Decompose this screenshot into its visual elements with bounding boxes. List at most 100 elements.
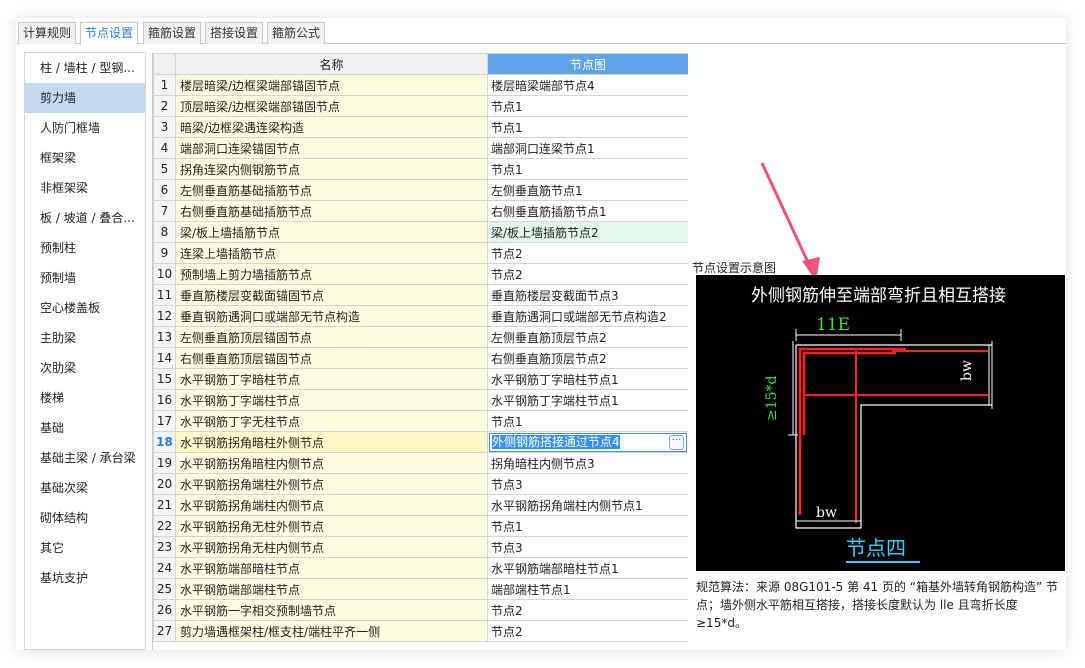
- more-options-button[interactable]: ···: [669, 434, 684, 450]
- tab-node-settings[interactable]: 节点设置: [80, 22, 139, 45]
- node-value-cell[interactable]: 水平钢筋丁字端柱节点1: [487, 389, 688, 411]
- node-name-cell[interactable]: 水平钢筋拐角端柱内侧节点: [175, 494, 488, 516]
- table-row[interactable]: 5 拐角连梁内侧钢筋节点 节点1: [153, 158, 688, 180]
- table-row[interactable]: 26 水平钢筋一字相交预制墙节点 节点2: [153, 599, 688, 621]
- name-column-header[interactable]: 名称: [175, 53, 488, 75]
- node-column-header[interactable]: 节点图: [487, 53, 688, 75]
- sidebar-item[interactable]: 基础次梁: [25, 473, 145, 503]
- table-row[interactable]: 20 水平钢筋拐角端柱外侧节点 节点3: [153, 473, 688, 495]
- table-row[interactable]: 4 端部洞口连梁锚固节点 端部洞口连梁节点1: [153, 137, 688, 159]
- node-name-cell[interactable]: 水平钢筋端部端柱节点: [175, 578, 488, 600]
- table-row[interactable]: 25 水平钢筋端部端柱节点 端部端柱节点1: [153, 578, 688, 600]
- node-name-cell[interactable]: 左侧垂直筋基础插筋节点: [175, 179, 488, 201]
- table-row[interactable]: 21 水平钢筋拐角端柱内侧节点 水平钢筋拐角端柱内侧节点1: [153, 494, 688, 516]
- node-name-cell[interactable]: 水平钢筋丁字暗柱节点: [175, 368, 488, 390]
- node-value-cell[interactable]: 节点3: [487, 473, 688, 495]
- sidebar-item[interactable]: 楼梯: [25, 383, 145, 413]
- node-name-cell[interactable]: 剪力墙遇框架柱/框支柱/端柱平齐一侧: [175, 620, 488, 642]
- table-row[interactable]: 17 水平钢筋丁字无柱节点 节点1: [153, 410, 688, 432]
- node-value-cell[interactable]: 节点1: [487, 116, 688, 138]
- sidebar-item[interactable]: 基础主梁 / 承台梁: [25, 443, 145, 473]
- table-row[interactable]: 7 右侧垂直筋基础插筋节点 右侧垂直筋插筋节点1: [153, 200, 688, 222]
- node-value-cell[interactable]: 外侧钢筋搭接通过节点4 ···: [487, 431, 688, 453]
- table-row[interactable]: 2 顶层暗梁/边框梁端部锚固节点 节点1: [153, 95, 688, 117]
- sidebar-item[interactable]: 剪力墙: [25, 83, 145, 113]
- table-row[interactable]: 1 楼层暗梁/边框梁端部锚固节点 楼层暗梁端部节点4: [153, 74, 688, 96]
- node-name-cell[interactable]: 梁/板上墙插筋节点: [175, 221, 488, 243]
- node-name-cell[interactable]: 水平钢筋拐角端柱外侧节点: [175, 473, 488, 495]
- node-value-cell[interactable]: 端部洞口连梁节点1: [487, 137, 688, 159]
- tab-calc-rules[interactable]: 计算规则: [18, 22, 77, 44]
- sidebar-item[interactable]: 预制墙: [25, 263, 145, 293]
- table-row[interactable]: 12 垂直钢筋遇洞口或端部无节点构造 垂直筋遇洞口或端部无节点构造2: [153, 305, 688, 327]
- tab-stirrup-settings[interactable]: 箍筋设置: [143, 22, 202, 44]
- node-name-cell[interactable]: 端部洞口连梁锚固节点: [175, 137, 488, 159]
- sidebar-item[interactable]: 预制柱: [25, 233, 145, 263]
- node-name-cell[interactable]: 拐角连梁内侧钢筋节点: [175, 158, 488, 180]
- table-row[interactable]: 11 垂直筋楼层变截面锚固节点 垂直筋楼层变截面节点3: [153, 284, 688, 306]
- node-name-cell[interactable]: 右侧垂直筋顶层锚固节点: [175, 347, 488, 369]
- node-value-cell[interactable]: 节点1: [487, 158, 688, 180]
- sidebar-item[interactable]: 其它: [25, 533, 145, 563]
- node-name-cell[interactable]: 水平钢筋一字相交预制墙节点: [175, 599, 488, 621]
- table-row[interactable]: 19 水平钢筋拐角暗柱内侧节点 拐角暗柱内侧节点3: [153, 452, 688, 474]
- node-name-cell[interactable]: 水平钢筋拐角无柱外侧节点: [175, 515, 488, 537]
- table-row[interactable]: 16 水平钢筋丁字端柱节点 水平钢筋丁字端柱节点1: [153, 389, 688, 411]
- node-value-cell[interactable]: 楼层暗梁端部节点4: [487, 74, 688, 96]
- node-value-cell[interactable]: 垂直筋遇洞口或端部无节点构造2: [487, 305, 688, 327]
- node-value-cell[interactable]: 节点2: [487, 599, 688, 621]
- node-value-cell[interactable]: 节点2: [487, 620, 688, 642]
- node-value-cell[interactable]: 节点3: [487, 536, 688, 558]
- node-name-cell[interactable]: 垂直钢筋遇洞口或端部无节点构造: [175, 305, 488, 327]
- sidebar-item[interactable]: 柱 / 墙柱 / 型钢...: [25, 53, 145, 83]
- table-row[interactable]: 23 水平钢筋拐角无柱内侧节点 节点3: [153, 536, 688, 558]
- sidebar-item[interactable]: 空心楼盖板: [25, 293, 145, 323]
- node-name-cell[interactable]: 右侧垂直筋基础插筋节点: [175, 200, 488, 222]
- node-value-cell[interactable]: 梁/板上墙插筋节点2: [487, 221, 688, 243]
- node-value-cell[interactable]: 右侧垂直筋插筋节点1: [487, 200, 688, 222]
- node-name-cell[interactable]: 水平钢筋拐角暗柱内侧节点: [175, 452, 488, 474]
- tab-stirrup-formula[interactable]: 箍筋公式: [267, 22, 326, 44]
- node-value-cell[interactable]: 节点2: [487, 263, 688, 285]
- node-value-cell[interactable]: 右侧垂直筋顶层节点2: [487, 347, 688, 369]
- sidebar-item[interactable]: 基坑支护: [25, 563, 145, 593]
- node-name-cell[interactable]: 预制墙上剪力墙插筋节点: [175, 263, 488, 285]
- node-name-cell[interactable]: 水平钢筋端部暗柱节点: [175, 557, 488, 579]
- table-row[interactable]: 9 连梁上墙插筋节点 节点2: [153, 242, 688, 264]
- node-value-cell[interactable]: 节点2: [487, 242, 688, 264]
- selected-node-text[interactable]: 外侧钢筋搭接通过节点4: [492, 434, 620, 449]
- node-name-cell[interactable]: 水平钢筋拐角暗柱外侧节点: [175, 431, 488, 453]
- node-value-cell[interactable]: 节点1: [487, 515, 688, 537]
- node-value-cell[interactable]: 左侧垂直筋顶层节点2: [487, 326, 688, 348]
- node-value-cell[interactable]: 左侧垂直筋节点1: [487, 179, 688, 201]
- node-value-cell[interactable]: 节点1: [487, 95, 688, 117]
- sidebar-item[interactable]: 非框架梁: [25, 173, 145, 203]
- table-row[interactable]: 14 右侧垂直筋顶层锚固节点 右侧垂直筋顶层节点2: [153, 347, 688, 369]
- node-value-cell[interactable]: 拐角暗柱内侧节点3: [487, 452, 688, 474]
- node-value-cell[interactable]: 水平钢筋端部暗柱节点1: [487, 557, 688, 579]
- node-value-cell[interactable]: 水平钢筋拐角端柱内侧节点1: [487, 494, 688, 516]
- table-row[interactable]: 10 预制墙上剪力墙插筋节点 节点2: [153, 263, 688, 285]
- sidebar-item[interactable]: 人防门框墙: [25, 113, 145, 143]
- table-row[interactable]: 27 剪力墙遇框架柱/框支柱/端柱平齐一侧 节点2: [153, 620, 688, 642]
- sidebar-item[interactable]: 基础: [25, 413, 145, 443]
- table-row[interactable]: 22 水平钢筋拐角无柱外侧节点 节点1: [153, 515, 688, 537]
- table-row[interactable]: 18 水平钢筋拐角暗柱外侧节点 外侧钢筋搭接通过节点4 ···: [153, 431, 688, 453]
- node-value-cell[interactable]: 垂直筋楼层变截面节点3: [487, 284, 688, 306]
- table-row[interactable]: 24 水平钢筋端部暗柱节点 水平钢筋端部暗柱节点1: [153, 557, 688, 579]
- node-name-cell[interactable]: 水平钢筋丁字端柱节点: [175, 389, 488, 411]
- node-name-cell[interactable]: 左侧垂直筋顶层锚固节点: [175, 326, 488, 348]
- sidebar-item[interactable]: 框架梁: [25, 143, 145, 173]
- table-row[interactable]: 13 左侧垂直筋顶层锚固节点 左侧垂直筋顶层节点2: [153, 326, 688, 348]
- sidebar-item[interactable]: 次肋梁: [25, 353, 145, 383]
- node-value-cell[interactable]: 节点1: [487, 410, 688, 432]
- node-name-cell[interactable]: 水平钢筋拐角无柱内侧节点: [175, 536, 488, 558]
- tab-lap-settings[interactable]: 搭接设置: [205, 22, 264, 44]
- node-value-cell[interactable]: 端部端柱节点1: [487, 578, 688, 600]
- node-name-cell[interactable]: 暗梁/边框梁遇连梁构造: [175, 116, 488, 138]
- sidebar-item[interactable]: 主肋梁: [25, 323, 145, 353]
- node-name-cell[interactable]: 楼层暗梁/边框梁端部锚固节点: [175, 74, 488, 96]
- node-name-cell[interactable]: 垂直筋楼层变截面锚固节点: [175, 284, 488, 306]
- table-row[interactable]: 3 暗梁/边框梁遇连梁构造 节点1: [153, 116, 688, 138]
- table-row[interactable]: 15 水平钢筋丁字暗柱节点 水平钢筋丁字暗柱节点1: [153, 368, 688, 390]
